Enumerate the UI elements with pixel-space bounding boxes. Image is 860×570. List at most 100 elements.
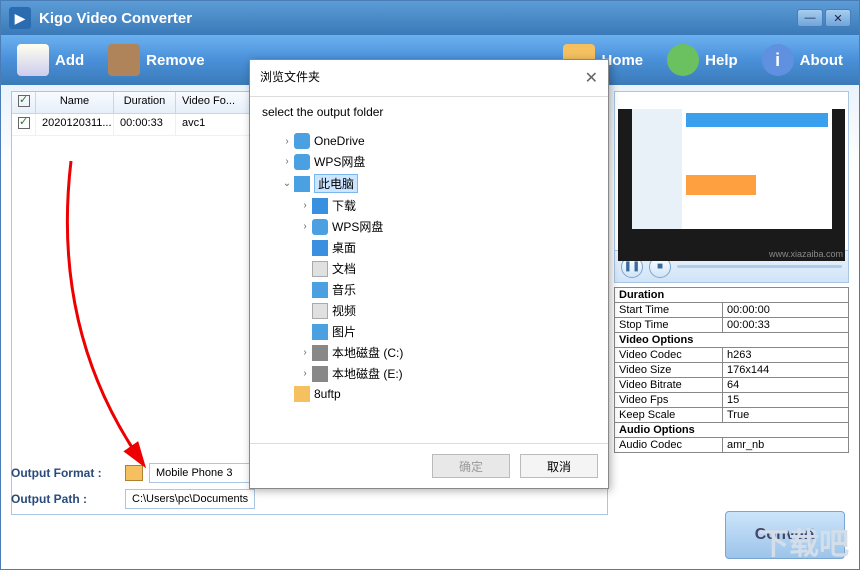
tree-toggle-icon[interactable]: ⌄	[280, 178, 294, 189]
app-icon: ▶	[9, 7, 31, 29]
right-panel: www.xiazaiba.com ❚❚ ■ Duration Start Tim…	[614, 91, 849, 515]
about-button[interactable]: i About	[752, 40, 853, 80]
preview-video[interactable]: www.xiazaiba.com	[618, 109, 845, 261]
tree-item[interactable]: 文档	[262, 258, 596, 279]
tree-toggle-icon[interactable]: ›	[298, 347, 312, 358]
header-name[interactable]: Name	[36, 92, 114, 113]
minimize-button[interactable]: —	[797, 9, 823, 27]
tree-toggle-icon[interactable]: ›	[298, 200, 312, 211]
header-checkbox[interactable]	[12, 92, 36, 113]
ic-pc-icon	[294, 176, 310, 192]
tree-item[interactable]: › 本地磁盘 (C:)	[262, 342, 596, 363]
row-checkbox[interactable]	[12, 114, 36, 135]
row-name: 2020120311...	[36, 114, 114, 135]
ic-pic-icon	[312, 324, 328, 340]
ic-doc-icon	[312, 261, 328, 277]
row-duration: 00:00:33	[114, 114, 176, 135]
video-codec-key: Video Codec	[615, 348, 723, 362]
stop-time-value[interactable]: 00:00:33	[723, 318, 848, 332]
tree-toggle-icon[interactable]: ›	[298, 221, 312, 232]
duration-head: Duration	[615, 288, 668, 302]
video-size-key: Video Size	[615, 363, 723, 377]
progress-slider[interactable]	[677, 265, 842, 268]
tree-item-label: 本地磁盘 (C:)	[332, 344, 403, 361]
video-bitrate-key: Video Bitrate	[615, 378, 723, 392]
folder-browse-dialog: 浏览文件夹 ✕ select the output folder › OneDri…	[249, 59, 609, 489]
tree-item-label: 图片	[332, 323, 356, 340]
tree-toggle-icon[interactable]: ›	[298, 368, 312, 379]
about-label: About	[800, 52, 843, 69]
format-icon	[125, 465, 143, 481]
tree-item-label: WPS网盘	[332, 218, 383, 235]
options-table: Duration Start Time00:00:00 Stop Time00:…	[614, 287, 849, 453]
tree-item-label: WPS网盘	[314, 153, 365, 170]
add-button[interactable]: Add	[7, 40, 94, 80]
dialog-title-text: 浏览文件夹	[260, 68, 320, 88]
dialog-titlebar: 浏览文件夹 ✕	[250, 60, 608, 97]
video-fps-value[interactable]: 15	[723, 393, 848, 407]
tree-item[interactable]: › WPS网盘	[262, 216, 596, 237]
tree-item[interactable]: 桌面	[262, 237, 596, 258]
window-buttons: — ✕	[797, 9, 851, 27]
ic-cloud-icon	[312, 219, 328, 235]
help-label: Help	[705, 52, 738, 69]
output-path-field[interactable]: C:\Users\pc\Documents	[125, 489, 255, 509]
help-button[interactable]: Help	[657, 40, 748, 80]
remove-icon	[108, 44, 140, 76]
ic-down-icon	[312, 198, 328, 214]
tree-toggle-icon[interactable]: ›	[280, 156, 294, 167]
close-button[interactable]: ✕	[825, 9, 851, 27]
tree-item-label: 下载	[332, 197, 356, 214]
add-icon	[17, 44, 49, 76]
tree-item[interactable]: › 下载	[262, 195, 596, 216]
tree-item[interactable]: › 本地磁盘 (E:)	[262, 363, 596, 384]
video-codec-value[interactable]: h263	[723, 348, 848, 362]
start-time-key: Start Time	[615, 303, 723, 317]
tree-item[interactable]: 音乐	[262, 279, 596, 300]
dialog-ok-button[interactable]: 确定	[432, 454, 510, 478]
tree-item[interactable]: 8uftp	[262, 384, 596, 404]
video-size-value[interactable]: 176x144	[723, 363, 848, 377]
preview-watermark: www.xiazaiba.com	[769, 249, 843, 259]
tree-item-label: 视频	[332, 302, 356, 319]
dialog-instruction: select the output folder	[262, 105, 596, 119]
audio-codec-value[interactable]: amr_nb	[723, 438, 848, 452]
app-window: ▶ Kigo Video Converter — ✕ Add Remove Ho…	[0, 0, 860, 570]
titlebar: ▶ Kigo Video Converter — ✕	[1, 1, 859, 35]
dialog-cancel-button[interactable]: 取消	[520, 454, 598, 478]
tree-item-label: 本地磁盘 (E:)	[332, 365, 403, 382]
start-time-value[interactable]: 00:00:00	[723, 303, 848, 317]
tree-item-label: OneDrive	[314, 134, 365, 148]
ic-music-icon	[312, 282, 328, 298]
tree-item-label: 8uftp	[314, 387, 341, 401]
ic-disk-icon	[312, 366, 328, 382]
tree-toggle-icon[interactable]: ›	[280, 136, 294, 147]
remove-button[interactable]: Remove	[98, 40, 214, 80]
stop-time-key: Stop Time	[615, 318, 723, 332]
header-duration[interactable]: Duration	[114, 92, 176, 113]
video-options-head: Video Options	[615, 333, 697, 347]
output-format-label: Output Format :	[11, 466, 119, 480]
tree-item[interactable]: › WPS网盘	[262, 151, 596, 172]
ic-folder-icon	[294, 386, 310, 402]
tree-item[interactable]: ⌄此电脑	[262, 172, 596, 195]
tree-item-label: 文档	[332, 260, 356, 277]
dialog-close-button[interactable]: ✕	[585, 68, 598, 88]
folder-tree: › OneDrive › WPS网盘 ⌄此电脑 › 下载 › WPS网盘桌面文档音乐视频图片 › 本…	[262, 131, 596, 404]
ic-video-icon	[312, 303, 328, 319]
keep-scale-key: Keep Scale	[615, 408, 723, 422]
audio-codec-key: Audio Codec	[615, 438, 723, 452]
keep-scale-value[interactable]: True	[723, 408, 848, 422]
tree-item-label: 音乐	[332, 281, 356, 298]
ic-disk-icon	[312, 345, 328, 361]
ic-cloud-icon	[294, 154, 310, 170]
output-path-label: Output Path :	[11, 492, 119, 506]
video-bitrate-value[interactable]: 64	[723, 378, 848, 392]
dialog-body: select the output folder › OneDrive › WPS网盘…	[250, 97, 608, 443]
app-title: Kigo Video Converter	[39, 10, 797, 27]
tree-item[interactable]: 视频	[262, 300, 596, 321]
tree-item[interactable]: 图片	[262, 321, 596, 342]
preview-area: www.xiazaiba.com	[614, 91, 849, 251]
tree-item[interactable]: › OneDrive	[262, 131, 596, 151]
tree-item-label: 桌面	[332, 239, 356, 256]
